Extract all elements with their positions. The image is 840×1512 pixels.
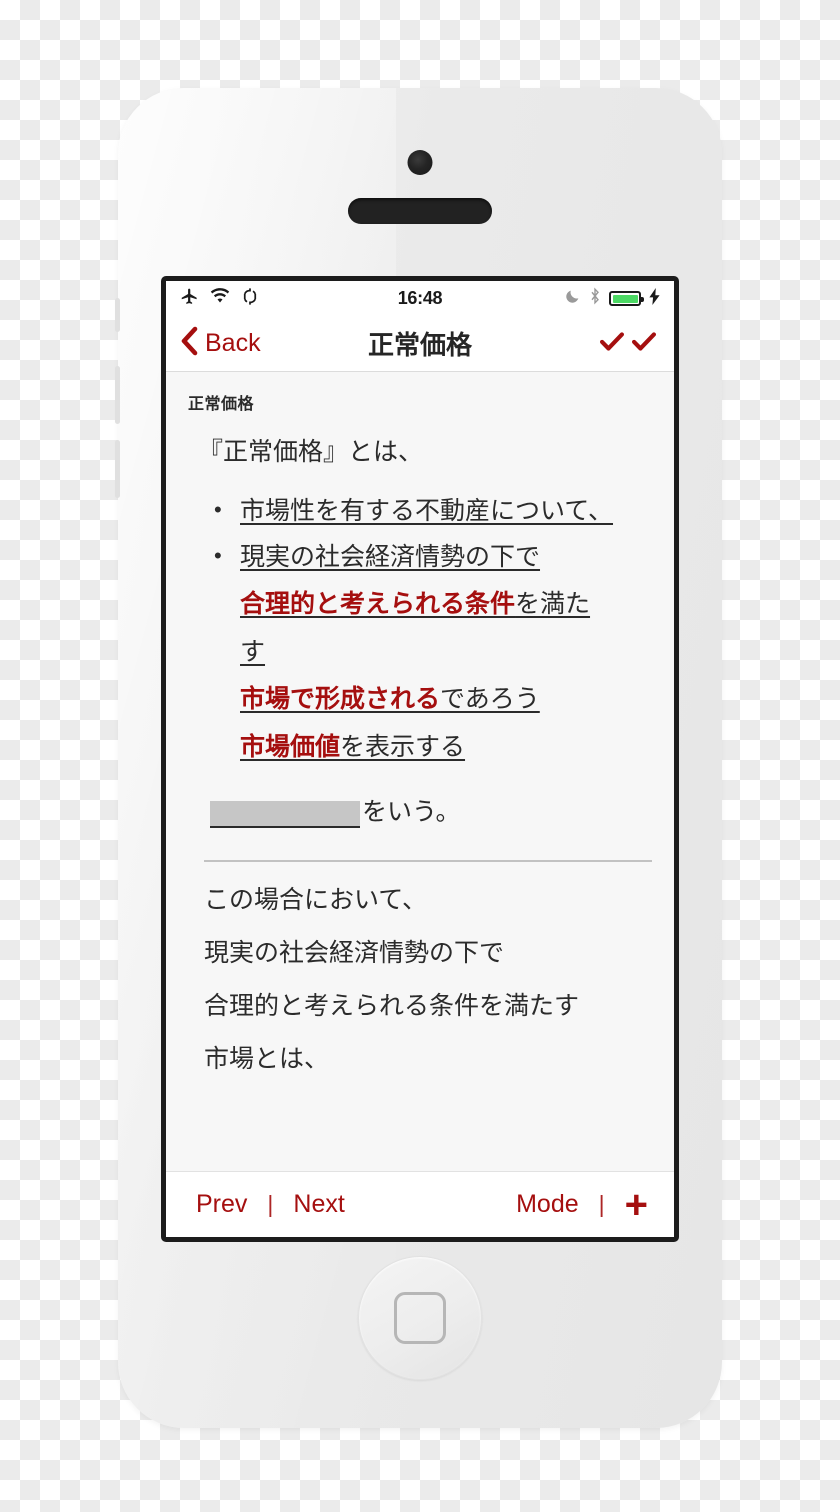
bluetooth-icon bbox=[589, 287, 601, 310]
charging-bolt-icon bbox=[649, 287, 660, 310]
redacted-trailing-text: をいう。 bbox=[362, 798, 461, 826]
bullet-2-line-5: 市場価値を表示する bbox=[240, 729, 652, 767]
earpiece-speaker-icon bbox=[348, 198, 492, 224]
tail-line: 市場とは、 bbox=[204, 1045, 330, 1073]
highlight-text: 市場価値 bbox=[240, 732, 341, 761]
back-button[interactable]: Back bbox=[180, 326, 261, 361]
tail-line: 合理的と考えられる条件を満たす bbox=[204, 992, 580, 1020]
tail-line: この場合において、 bbox=[204, 886, 428, 914]
plain-text: であろう bbox=[440, 685, 540, 713]
phone-screen: 16:48 Back 正常価格 正常価格 『正常価格』とは、 • 市場性を有する… bbox=[166, 281, 674, 1237]
back-button-label: Back bbox=[205, 329, 261, 357]
battery-icon bbox=[609, 291, 644, 306]
prev-button[interactable]: Prev bbox=[176, 1190, 267, 1219]
tail-line: 現実の社会経済情勢の下で bbox=[204, 939, 505, 967]
toolbar-left-group: Prev | Next bbox=[176, 1190, 365, 1219]
bullet-2-line-4: 市場で形成されるであろう bbox=[240, 681, 652, 719]
add-button[interactable]: + bbox=[605, 1185, 664, 1225]
volume-up-button[interactable] bbox=[115, 366, 120, 424]
bullet-2-line-2: 合理的と考えられる条件を満た bbox=[240, 586, 652, 624]
bottom-toolbar: Prev | Next Mode | + bbox=[166, 1171, 674, 1237]
do-not-disturb-moon-icon bbox=[565, 288, 581, 309]
home-button[interactable] bbox=[358, 1256, 482, 1380]
definition-bullet-list: 市場性を有する不動産について、 現実の社会経済情勢の下で 合理的と考えられる条件… bbox=[210, 493, 652, 766]
hidden-answer-block-icon[interactable] bbox=[210, 801, 360, 828]
checkmark-icon[interactable] bbox=[630, 327, 658, 360]
silent-switch[interactable] bbox=[115, 298, 120, 332]
definition-intro: 『正常価格』とは、 bbox=[198, 438, 424, 466]
section-divider bbox=[204, 860, 652, 862]
bullet-1-line-1: 市場性を有する不動産について、 bbox=[240, 497, 614, 525]
battery-fill bbox=[612, 294, 638, 303]
status-bar-right-icons bbox=[565, 281, 660, 316]
content-area[interactable]: 正常価格 『正常価格』とは、 市場性を有する不動産について、 現実の社会経済情勢… bbox=[166, 372, 674, 1171]
highlight-text: 合理的と考えられる条件 bbox=[240, 590, 516, 618]
list-item: 現実の社会経済情勢の下で 合理的と考えられる条件を満た す 市場で形成されるであ… bbox=[210, 539, 652, 767]
toolbar-right-group: Mode | + bbox=[496, 1185, 664, 1225]
plain-text: を表示する bbox=[340, 732, 466, 761]
highlight-text: 市場で形成される bbox=[240, 685, 441, 713]
section-heading: 正常価格 bbox=[188, 396, 255, 413]
toolbar-separator: | bbox=[598, 1191, 605, 1217]
front-camera-icon bbox=[407, 150, 433, 175]
plain-text: を満た bbox=[515, 590, 591, 618]
bullet-2-line-1: 現実の社会経済情勢の下で bbox=[240, 542, 541, 571]
checkmark-icon[interactable] bbox=[598, 327, 626, 360]
screen-bezel: 16:48 Back 正常価格 正常価格 『正常価格』とは、 • 市場性を有する… bbox=[161, 276, 679, 1242]
volume-down-button[interactable] bbox=[115, 440, 120, 498]
bullet-2-line-3: す bbox=[240, 637, 266, 666]
mode-button[interactable]: Mode bbox=[496, 1190, 599, 1219]
chevron-left-icon bbox=[180, 326, 198, 361]
nav-bar-actions bbox=[598, 327, 658, 360]
navigation-bar: Back 正常価格 bbox=[166, 316, 674, 372]
redacted-answer-row[interactable]: をいう。 bbox=[210, 792, 652, 828]
supplementary-text-block: この場合において、 現実の社会経済情勢の下で 合理的と考えられる条件を満たす 市… bbox=[204, 884, 652, 1076]
next-button[interactable]: Next bbox=[273, 1190, 364, 1219]
home-button-square-icon bbox=[394, 1292, 446, 1344]
phone-device: 16:48 Back 正常価格 正常価格 『正常価格』とは、 • 市場性を有する… bbox=[115, 88, 722, 1428]
list-item: 市場性を有する不動産について、 bbox=[210, 493, 652, 531]
toolbar-separator: | bbox=[267, 1191, 274, 1217]
status-bar: 16:48 bbox=[166, 281, 674, 316]
